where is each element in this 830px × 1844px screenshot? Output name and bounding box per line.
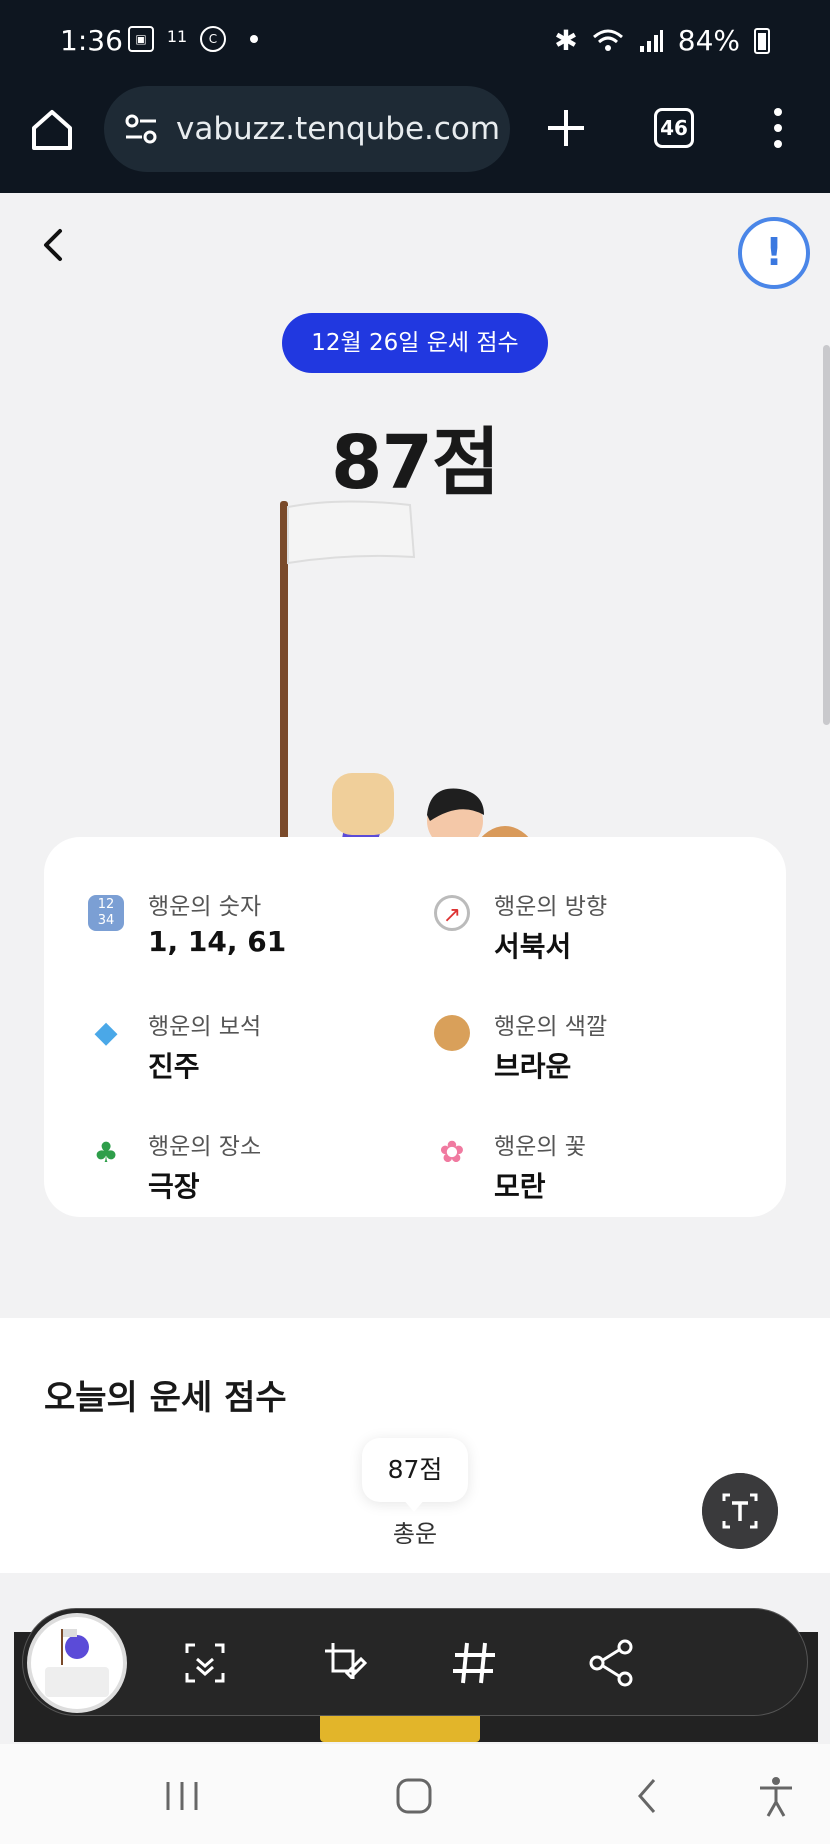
- screenshot-thumbnail[interactable]: [27, 1613, 127, 1713]
- island-icon: ♣: [93, 1136, 119, 1169]
- signal-icon: [639, 29, 663, 52]
- palette-icon: [434, 1015, 470, 1051]
- gem-icon: ◆: [94, 1015, 118, 1050]
- browser-chrome: 1:36 ▣ 11 C ✱ 84% vabuzz.tenqube.com 46: [0, 0, 830, 193]
- recent-apps-icon[interactable]: [158, 1774, 206, 1818]
- lucky-number: 12 34 행운의 숫자 1, 14, 61: [88, 887, 408, 967]
- lucky-items-card: 12 34 행운의 숫자 1, 14, 61 ↗ 행운의 방향 서북서 ◆ 행운의…: [44, 837, 786, 1217]
- tab-switcher-button[interactable]: 46: [654, 108, 694, 148]
- back-arrow-icon[interactable]: [36, 225, 72, 265]
- url-text[interactable]: vabuzz.tenqube.com: [176, 111, 500, 147]
- address-bar[interactable]: vabuzz.tenqube.com: [104, 86, 510, 172]
- score-tooltip: 87점: [362, 1438, 468, 1502]
- more-notifications-dot: [250, 35, 258, 43]
- wifi-icon: [592, 29, 623, 51]
- ad-banner-fragment: [320, 1712, 480, 1742]
- system-indicators: ✱ 84%: [554, 24, 770, 57]
- compass-icon: ↗: [434, 895, 470, 931]
- status-bar: 1:36 ▣ 11 C ✱ 84%: [0, 0, 830, 84]
- capture-toolbar: [22, 1608, 808, 1716]
- lucky-direction: ↗ 행운의 방향 서북서: [434, 887, 754, 967]
- site-settings-icon[interactable]: [122, 109, 162, 149]
- today-score-section: 오늘의 운세 점수 87점 총운: [0, 1318, 830, 1573]
- status-time: 1:36: [60, 24, 123, 57]
- section-title: 오늘의 운세 점수: [44, 1378, 287, 1418]
- new-tab-icon[interactable]: [542, 104, 590, 152]
- badge-icon: 11: [166, 27, 188, 46]
- lucky-place: ♣ 행운의 장소 극장: [88, 1127, 408, 1207]
- accessibility-icon[interactable]: [752, 1774, 800, 1818]
- home-nav-icon[interactable]: [390, 1774, 438, 1818]
- home-icon[interactable]: [28, 106, 76, 154]
- thumbnail-preview-icon: [45, 1629, 109, 1697]
- bluetooth-icon: ✱: [554, 24, 578, 57]
- lucky-color: 행운의 색깔 브라운: [434, 1007, 754, 1087]
- crop-draw-icon[interactable]: [311, 1633, 371, 1693]
- battery-percent: 84%: [677, 24, 740, 57]
- lucky-flower: ✿ 행운의 꽃 모란: [434, 1127, 754, 1207]
- hashtag-icon[interactable]: [445, 1633, 505, 1693]
- share-icon[interactable]: [581, 1633, 641, 1693]
- flower-icon: ✿: [439, 1135, 465, 1170]
- report-button[interactable]: !: [738, 217, 810, 289]
- date-badge: 12월 26일 운세 점수: [282, 313, 548, 373]
- text-extract-icon[interactable]: [702, 1473, 778, 1549]
- notification-icons: ▣ 11 C: [128, 26, 258, 52]
- scroll-capture-icon[interactable]: [175, 1633, 235, 1693]
- lucky-gem: ◆ 행운의 보석 진주: [88, 1007, 408, 1087]
- number-icon: 12 34: [88, 895, 124, 931]
- c-app-icon: C: [200, 26, 226, 52]
- tooltip-arrow: [402, 1498, 426, 1512]
- gallery-icon: ▣: [128, 26, 154, 52]
- page-scrollbar[interactable]: [823, 345, 830, 725]
- more-menu-icon[interactable]: [764, 104, 792, 152]
- url-row: vabuzz.tenqube.com 46: [0, 86, 830, 176]
- battery-icon: [754, 27, 770, 54]
- fortune-page: ! 12월 26일 운세 점수 87점 12 34 행운의 숫자 1, 14, 6…: [0, 193, 830, 1573]
- back-nav-icon[interactable]: [624, 1774, 672, 1818]
- system-navigation-bar: [0, 1744, 830, 1844]
